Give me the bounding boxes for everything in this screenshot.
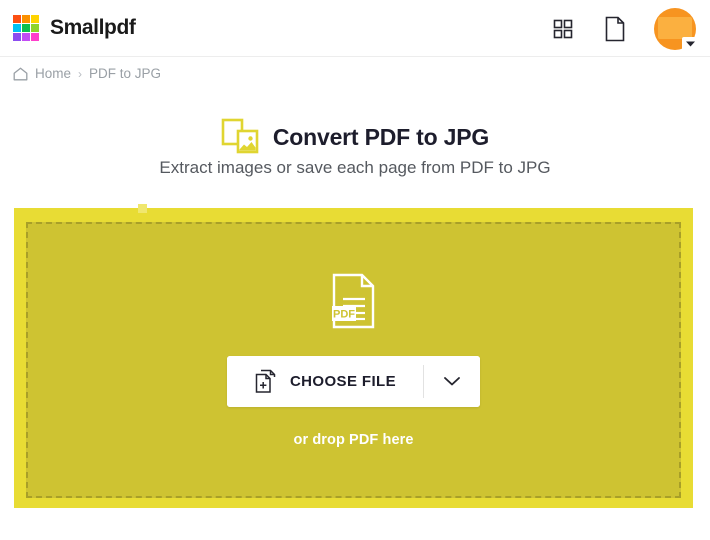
header-actions <box>550 0 698 57</box>
dropzone-panel[interactable]: PDF CHOOSE FILE or drop PDF here <box>14 204 693 508</box>
avatar[interactable] <box>654 7 698 51</box>
page-root: Smallpdf Home › PDF to JPG Convert PDF t… <box>0 0 710 540</box>
chevron-down-icon[interactable] <box>682 36 698 51</box>
brand-name: Smallpdf <box>50 16 136 39</box>
smallpdf-logo-icon <box>13 15 39 41</box>
app-header: Smallpdf <box>0 0 710 57</box>
breadcrumb-separator: › <box>78 66 83 81</box>
image-convert-icon <box>221 118 259 156</box>
choose-file-dropdown-toggle[interactable] <box>424 355 481 407</box>
logo-cell <box>13 24 21 32</box>
logo-cell <box>22 15 30 23</box>
page-subtitle: Extract images or save each page from PD… <box>159 158 551 177</box>
avatar-placeholder <box>658 16 692 39</box>
brand-logo[interactable]: Smallpdf <box>13 15 136 41</box>
page-title: Convert PDF to JPG <box>272 123 490 150</box>
drop-hint-text: or drop PDF here <box>293 431 414 448</box>
home-icon[interactable] <box>13 67 28 81</box>
logo-cell <box>31 15 39 23</box>
dropzone-area[interactable]: PDF CHOOSE FILE or drop PDF here <box>26 222 681 498</box>
logo-cell <box>22 24 30 32</box>
logo-cell <box>31 33 39 41</box>
page-title-row: Convert PDF to JPG <box>0 118 710 156</box>
pdf-file-icon: PDF <box>331 273 376 334</box>
svg-text:PDF: PDF <box>333 308 355 320</box>
breadcrumb-current: PDF to JPG <box>89 66 162 81</box>
logo-cell <box>31 24 39 32</box>
choose-file-label: CHOOSE FILE <box>289 372 397 390</box>
grid-icon[interactable] <box>550 16 576 42</box>
choose-file-control: CHOOSE FILE <box>226 355 481 407</box>
logo-cell <box>13 33 21 41</box>
breadcrumb: Home › PDF to JPG <box>13 66 161 81</box>
breadcrumb-home[interactable]: Home <box>35 66 71 81</box>
choose-file-button[interactable]: CHOOSE FILE <box>226 355 424 407</box>
logo-cell <box>13 15 21 23</box>
document-icon[interactable] <box>602 16 628 42</box>
logo-cell <box>22 33 30 41</box>
chevron-down-icon <box>443 375 461 387</box>
add-document-icon <box>254 369 277 394</box>
dropzone-notch <box>138 204 147 213</box>
